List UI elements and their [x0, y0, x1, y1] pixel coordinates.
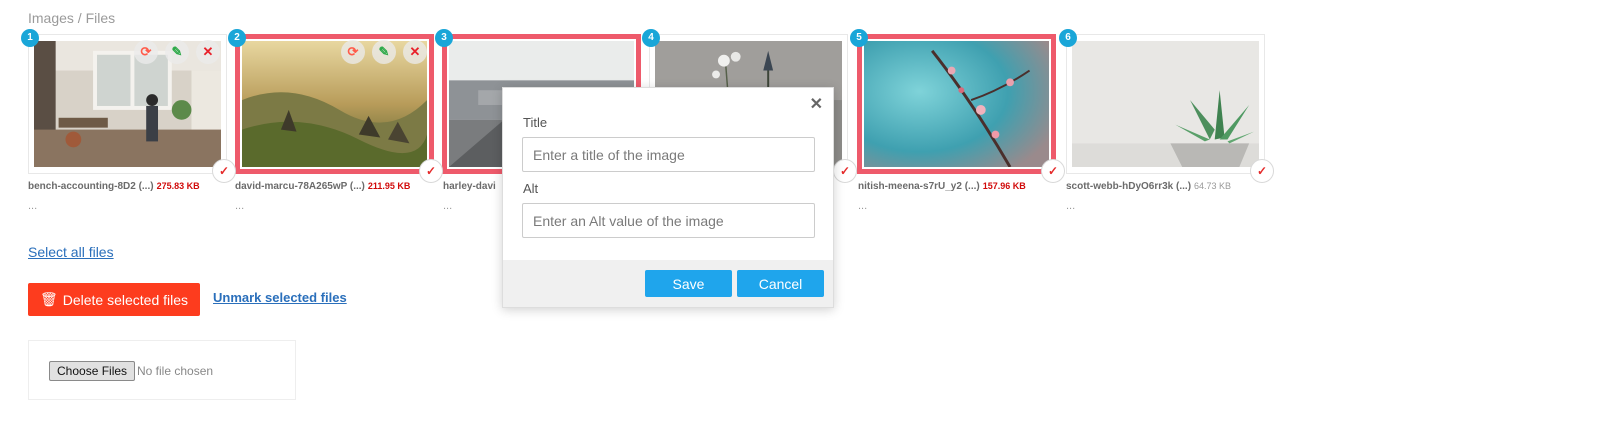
close-icon[interactable]: ✕: [403, 40, 427, 64]
file-number-badge: 6: [1059, 29, 1077, 47]
image-actions: ⟳ ✎ ✕: [134, 40, 220, 64]
file-number-badge: 4: [642, 29, 660, 47]
delete-selected-label: Delete selected files: [62, 291, 189, 308]
file-card-6[interactable]: 6 ✓: [1059, 29, 1274, 183]
upload-status: No file chosen: [137, 364, 214, 378]
checkmark-icon[interactable]: ✓: [1250, 159, 1274, 183]
select-all-link[interactable]: Select all files: [28, 244, 114, 260]
file-number-badge: 5: [850, 29, 868, 47]
file-card-5[interactable]: 5 ✓: [850, 29, 1065, 183]
file-title: ...: [235, 200, 245, 212]
file-title: ...: [443, 200, 453, 212]
file-name: bench-accounting-8D2 (...) 275.83 KB: [28, 181, 233, 192]
edit-image-modal: ✕ Title Alt Save Cancel: [502, 87, 834, 308]
reload-icon[interactable]: ⟳: [134, 40, 158, 64]
delete-selected-button[interactable]: 🗑 Delete selected files: [28, 283, 200, 316]
file-size: 157.96 KB: [982, 181, 1026, 191]
file-size: 64.73 KB: [1194, 181, 1232, 191]
title-label: Title: [523, 115, 548, 130]
modal-footer: Save Cancel: [503, 260, 833, 307]
checkmark-icon[interactable]: ✓: [833, 159, 857, 183]
image-thumbnail[interactable]: [1072, 41, 1259, 167]
edit-icon[interactable]: ✎: [165, 40, 189, 64]
file-number-badge: 3: [435, 29, 453, 47]
unmark-selected-link[interactable]: Unmark selected files: [213, 290, 347, 305]
close-icon[interactable]: ✕: [810, 94, 823, 114]
file-title: ...: [858, 200, 868, 212]
file-title: ...: [1066, 200, 1076, 212]
reload-icon[interactable]: ⟳: [341, 40, 365, 64]
trash-icon: 🗑: [39, 291, 58, 307]
file-number-badge: 2: [228, 29, 246, 47]
file-number-badge: 1: [21, 29, 39, 47]
close-icon[interactable]: ✕: [196, 40, 220, 64]
checkmark-icon[interactable]: ✓: [1041, 159, 1065, 183]
alt-label: Alt: [523, 181, 539, 196]
file-card-2[interactable]: 2 ⟳ ✎ ✕ ✓: [228, 29, 443, 183]
checkmark-icon[interactable]: ✓: [212, 159, 236, 183]
upload-box: Choose Files No file chosen: [28, 340, 296, 400]
file-name-text: harley-davi: [443, 181, 496, 192]
file-name-text: bench-accounting-8D2 (...): [28, 181, 154, 192]
cancel-button[interactable]: Cancel: [737, 270, 824, 297]
file-name-text: scott-webb-hDyO6rr3k (...): [1066, 181, 1192, 192]
checkmark-icon[interactable]: ✓: [419, 159, 443, 183]
breadcrumb: Images / Files: [28, 10, 116, 26]
choose-files-button[interactable]: Choose Files: [49, 361, 136, 381]
save-button[interactable]: Save: [645, 270, 732, 297]
alt-input[interactable]: [522, 203, 815, 238]
image-thumbnail[interactable]: [864, 41, 1049, 167]
file-name: scott-webb-hDyO6rr3k (...) 64.73 KB: [1066, 181, 1271, 192]
file-size: 275.83 KB: [156, 181, 200, 191]
file-card-1[interactable]: 1 ⟳ ✎ ✕ ✓: [21, 29, 236, 183]
file-name: nitish-meena-s7rU_y2 (...) 157.96 KB: [858, 181, 1063, 192]
file-title: ...: [28, 200, 38, 212]
title-input[interactable]: [522, 137, 815, 172]
edit-icon[interactable]: ✎: [372, 40, 396, 64]
file-name-text: david-marcu-78A265wP (...): [235, 181, 365, 192]
file-size: 211.95 KB: [367, 181, 411, 191]
file-name: david-marcu-78A265wP (...) 211.95 KB: [235, 181, 440, 192]
image-actions: ⟳ ✎ ✕: [341, 40, 427, 64]
file-name-text: nitish-meena-s7rU_y2 (...): [858, 181, 980, 192]
file-name: harley-davi: [443, 181, 503, 192]
